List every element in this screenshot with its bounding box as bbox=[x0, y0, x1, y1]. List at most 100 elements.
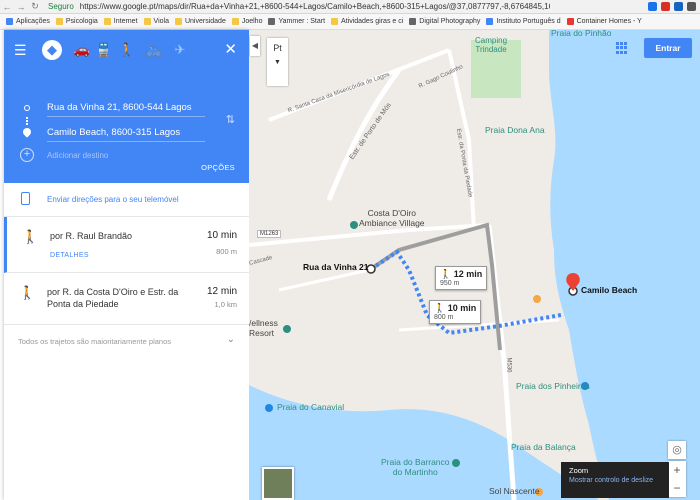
map-label-origin[interactable]: Rua da Vinha 21 bbox=[303, 262, 369, 272]
secure-badge: Seguro bbox=[48, 2, 74, 11]
destination-pin-icon bbox=[21, 126, 33, 138]
bookmark-folder[interactable]: Viola bbox=[143, 18, 169, 25]
sea-area bbox=[549, 30, 700, 500]
chevron-down-icon[interactable]: ⌄ bbox=[227, 334, 235, 345]
reload-icon[interactable]: ↻ bbox=[28, 1, 42, 12]
map-label-wellness-resort[interactable]: /ellness Resort bbox=[249, 318, 278, 338]
directions-panel: ☰ ◆ 🚗 🚆 🚶 🚲 ✈ ✕ Rua da Vinha 21, 8600-54… bbox=[4, 30, 249, 500]
walk-mode-icon[interactable]: 🚶 bbox=[117, 40, 137, 60]
send-directions-label: Enviar direções para o seu telemóvel bbox=[47, 195, 179, 204]
folder-icon bbox=[103, 18, 111, 25]
details-link[interactable]: DETALHES bbox=[50, 252, 89, 259]
route-option-2[interactable]: 🚶 por R. da Costa D'Oiro e Estr. da Pont… bbox=[4, 273, 249, 325]
zoom-tooltip: Zoom Mostrar controlo de deslize bbox=[561, 462, 669, 498]
map-label-praia-canavial[interactable]: Praia do Canavial bbox=[277, 402, 344, 412]
map-label-destination[interactable]: Camilo Beach bbox=[581, 285, 637, 295]
back-icon[interactable]: ← bbox=[0, 2, 14, 12]
folder-icon bbox=[55, 18, 63, 25]
route-time: 12 min bbox=[206, 286, 237, 297]
bookmark-folder[interactable]: Psicologia bbox=[55, 18, 98, 25]
flat-routes-note: Todos os trajetos são maioritariamente p… bbox=[18, 337, 171, 346]
bookmarks-bar: Aplicações Psicologia Internet Viola Uni… bbox=[0, 14, 700, 30]
extension-icon[interactable] bbox=[648, 2, 657, 11]
bookmark-folder[interactable]: Universidade bbox=[174, 18, 226, 25]
route-via: por R. da Costa D'Oiro e Estr. da Ponta … bbox=[47, 287, 179, 309]
tooltip-link[interactable]: Mostrar controlo de deslize bbox=[569, 477, 661, 484]
map-label-praia-pinhao[interactable]: Praia do Pinhão bbox=[551, 30, 612, 38]
bookmark-folder[interactable]: Atividades giras e ci bbox=[331, 18, 403, 25]
attraction-poi-icon bbox=[452, 459, 460, 467]
bookmark-link[interactable]: Instituto Português d bbox=[486, 18, 561, 25]
extension-icons bbox=[648, 2, 696, 11]
route-time-box-alt[interactable]: 🚶 12 min 950 m bbox=[435, 266, 488, 290]
bookmark-folder[interactable]: Joelho bbox=[231, 18, 262, 25]
walk-icon: 🚶 bbox=[434, 303, 448, 313]
folder-icon bbox=[231, 18, 239, 25]
globe-icon bbox=[486, 18, 494, 25]
car-mode-icon[interactable]: 🚗 bbox=[72, 40, 92, 60]
origin-icon bbox=[24, 105, 30, 111]
route-box-distance: 950 m bbox=[440, 280, 460, 287]
route-box-time: 10 min bbox=[447, 303, 477, 313]
extension-icon[interactable] bbox=[674, 2, 683, 11]
extension-icon[interactable] bbox=[661, 2, 670, 11]
bookmark-folder[interactable]: Internet bbox=[103, 18, 138, 25]
map-label-praia-pinheiros[interactable]: Praia dos Pinheiros bbox=[516, 381, 590, 391]
folder-icon bbox=[143, 18, 151, 25]
menu-icon[interactable]: ☰ bbox=[14, 42, 27, 59]
map-label-camping[interactable]: Camping Trindade bbox=[475, 36, 507, 54]
language-toggle[interactable]: Pt ▼ bbox=[267, 38, 288, 86]
flight-mode-icon[interactable]: ✈ bbox=[170, 40, 190, 60]
zoom-in-button[interactable]: + bbox=[668, 461, 686, 479]
menu-icon[interactable] bbox=[687, 2, 696, 11]
map-canvas[interactable]: ◀ Pt ▼ Entrar Camping Trindade Praia do … bbox=[249, 30, 700, 500]
route-option-1[interactable]: 🚶 por R. Raul Brandão 10 min 800 m DETAL… bbox=[4, 217, 249, 273]
route-time-box-selected[interactable]: 🚶 10 min 800 m bbox=[429, 300, 482, 324]
add-icon[interactable]: + bbox=[20, 148, 34, 162]
youtube-icon bbox=[566, 18, 574, 25]
map-label-praia-barranco[interactable]: Praia do Barranco do Martinho bbox=[381, 457, 450, 477]
route-via: por R. Raul Brandão bbox=[50, 231, 133, 241]
options-button[interactable]: OPÇÕES bbox=[201, 163, 235, 172]
bookmark-apps[interactable]: Aplicações bbox=[6, 18, 50, 25]
chevron-down-icon: ▼ bbox=[274, 59, 281, 66]
language-label: Pt bbox=[273, 43, 282, 53]
road-label-m536: M536 bbox=[505, 357, 512, 373]
bookmark-link[interactable]: Digital Photography bbox=[409, 18, 480, 25]
phone-icon bbox=[21, 192, 30, 205]
satellite-toggle[interactable] bbox=[262, 467, 294, 500]
map-label-sol-nascente[interactable]: Sol Nascente bbox=[489, 486, 540, 496]
zoom-out-button[interactable]: − bbox=[668, 479, 686, 497]
route-distance: 800 m bbox=[216, 247, 237, 256]
bookmark-link[interactable]: Container Homes - Y bbox=[566, 18, 642, 25]
hotel-poi-icon bbox=[283, 325, 291, 333]
add-destination-link[interactable]: Adicionar destino bbox=[47, 151, 108, 160]
destination-input[interactable]: Camilo Beach, 8600-315 Lagos bbox=[47, 124, 205, 142]
send-directions-row[interactable]: Enviar direções para o seu telemóvel bbox=[4, 183, 249, 217]
collapse-panel-button[interactable]: ◀ bbox=[250, 36, 260, 56]
restaurant-poi-icon bbox=[533, 295, 541, 303]
map-label-praia-balanca[interactable]: Praia da Balança bbox=[511, 442, 576, 452]
walk-icon: 🚶 bbox=[22, 229, 39, 244]
route-dots bbox=[26, 117, 28, 125]
directions-header: ☰ ◆ 🚗 🚆 🚶 🚲 ✈ ✕ Rua da Vinha 21, 8600-54… bbox=[4, 30, 249, 183]
transit-mode-icon[interactable]: 🚆 bbox=[94, 40, 114, 60]
signin-button[interactable]: Entrar bbox=[644, 38, 692, 58]
route-time: 10 min bbox=[206, 230, 237, 241]
map-label-praia-dona-ana[interactable]: Praia Dona Ana bbox=[485, 125, 545, 135]
address-bar[interactable]: https://www.google.pt/maps/dir/Rua+da+Vi… bbox=[80, 2, 550, 11]
forward-icon[interactable]: → bbox=[14, 2, 28, 12]
apps-grid-icon[interactable] bbox=[616, 42, 628, 54]
zoom-control: + − bbox=[668, 461, 686, 497]
swap-icon[interactable]: ⇅ bbox=[226, 113, 235, 126]
bookmark-link[interactable]: Yammer : Start bbox=[268, 18, 325, 25]
my-location-icon[interactable]: ◎ bbox=[668, 441, 686, 459]
route-distance: 1,0 km bbox=[214, 300, 237, 309]
origin-input[interactable]: Rua da Vinha 21, 8600-544 Lagos bbox=[47, 99, 205, 117]
directions-mode-icon[interactable]: ◆ bbox=[42, 40, 62, 60]
map-label-costa-doiro[interactable]: Costa D'Oiro Ambiance Village bbox=[359, 208, 425, 228]
yammer-icon bbox=[268, 18, 276, 25]
camera-icon bbox=[409, 18, 417, 25]
close-icon[interactable]: ✕ bbox=[224, 40, 237, 58]
bike-mode-icon[interactable]: 🚲 bbox=[144, 40, 164, 60]
